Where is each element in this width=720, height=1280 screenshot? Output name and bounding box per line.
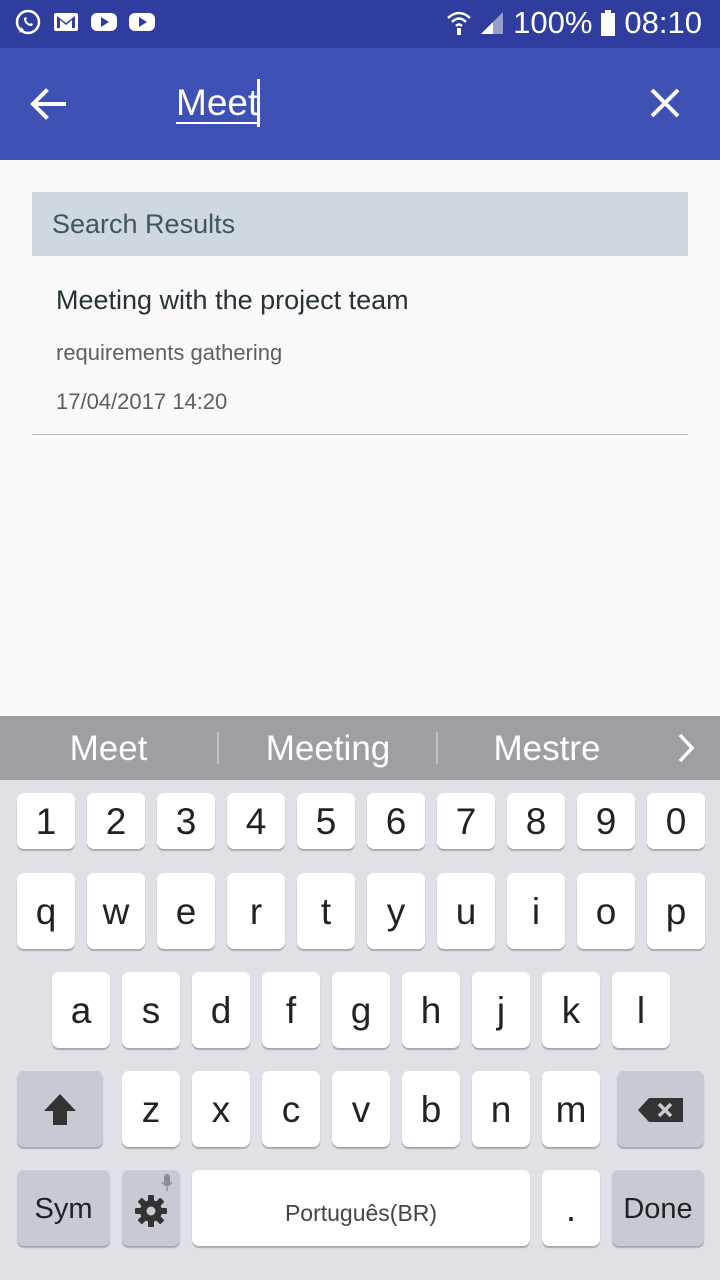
suggestion-1[interactable]: Meet (0, 716, 217, 780)
key-t[interactable]: t (297, 873, 355, 949)
whatsapp-icon (14, 8, 42, 36)
notification-icons (14, 8, 156, 36)
battery-percent: 100% (513, 5, 593, 40)
key-q[interactable]: q (17, 873, 75, 949)
key-v[interactable]: v (332, 1071, 390, 1147)
key-4[interactable]: 4 (227, 793, 285, 849)
key-8[interactable]: 8 (507, 793, 565, 849)
arrow-back-icon (30, 88, 66, 120)
key-k[interactable]: k (542, 972, 600, 1048)
signal-icon (481, 12, 504, 34)
key-w[interactable]: w (87, 873, 145, 949)
gmail-icon (52, 8, 80, 36)
youtube-icon (128, 8, 156, 36)
key-y[interactable]: y (367, 873, 425, 949)
shift-key[interactable] (17, 1071, 103, 1147)
chevron-right-icon (678, 733, 695, 763)
suggestion-2[interactable]: Meeting (219, 716, 437, 780)
text-caret (257, 79, 260, 127)
key-b[interactable]: b (402, 1071, 460, 1147)
key-x[interactable]: x (192, 1071, 250, 1147)
key-s[interactable]: s (122, 972, 180, 1048)
key-m[interactable]: m (542, 1071, 600, 1147)
space-key[interactable]: Português(BR) (192, 1170, 530, 1246)
done-key[interactable]: Done (612, 1170, 704, 1246)
shift-icon (44, 1094, 76, 1125)
suggestion-3[interactable]: Mestre (438, 716, 656, 780)
key-i[interactable]: i (507, 873, 565, 949)
key-n[interactable]: n (472, 1071, 530, 1147)
result-description: requirements gathering (56, 340, 283, 365)
key-3[interactable]: 3 (157, 793, 215, 849)
key-9[interactable]: 9 (577, 793, 635, 849)
keyboard: 1 2 3 4 5 6 7 8 9 0 q w e r t y u i o p … (0, 780, 720, 1280)
key-z[interactable]: z (122, 1071, 180, 1147)
list-item[interactable]: Meeting with the project team requiremen… (32, 256, 688, 435)
key-f[interactable]: f (262, 972, 320, 1048)
key-l[interactable]: l (612, 972, 670, 1048)
key-e[interactable]: e (157, 873, 215, 949)
clock: 08:10 (624, 5, 702, 40)
key-g[interactable]: g (332, 972, 390, 1048)
youtube-icon (90, 8, 118, 36)
close-icon (650, 88, 680, 118)
space-key-label: Português(BR) (284, 1200, 438, 1226)
period-key[interactable]: . (542, 1170, 600, 1246)
result-datetime: 17/04/2017 14:20 (56, 389, 228, 414)
backspace-icon (638, 1098, 683, 1122)
key-c[interactable]: c (262, 1071, 320, 1147)
search-results-header: Search Results (32, 192, 688, 256)
key-6[interactable]: 6 (367, 793, 425, 849)
microphone-icon (161, 1174, 173, 1191)
key-1[interactable]: 1 (17, 793, 75, 849)
key-j[interactable]: j (472, 972, 530, 1048)
status-indicators: 100% 08:10 (447, 5, 702, 41)
key-a[interactable]: a (52, 972, 110, 1048)
battery-icon (601, 10, 616, 36)
app-bar: Meet (0, 48, 720, 160)
key-u[interactable]: u (437, 873, 495, 949)
more-suggestions-button[interactable] (670, 732, 702, 764)
status-bar: 100% 08:10 (0, 0, 720, 48)
back-button[interactable] (22, 78, 74, 130)
gear-icon (135, 1195, 167, 1227)
key-h[interactable]: h (402, 972, 460, 1048)
key-r[interactable]: r (227, 873, 285, 949)
wifi-icon (447, 11, 471, 35)
key-p[interactable]: p (647, 873, 705, 949)
sym-key[interactable]: Sym (17, 1170, 110, 1246)
result-title: Meeting with the project team (56, 285, 409, 315)
key-d[interactable]: d (192, 972, 250, 1048)
key-o[interactable]: o (577, 873, 635, 949)
search-input[interactable]: Meet (176, 82, 258, 124)
key-2[interactable]: 2 (87, 793, 145, 849)
settings-key[interactable] (122, 1170, 180, 1246)
suggestion-bar: Meet Meeting Mestre (0, 716, 720, 780)
key-5[interactable]: 5 (297, 793, 355, 849)
backspace-key[interactable] (617, 1071, 704, 1147)
clear-search-button[interactable] (640, 78, 690, 128)
key-7[interactable]: 7 (437, 793, 495, 849)
key-0[interactable]: 0 (647, 793, 705, 849)
